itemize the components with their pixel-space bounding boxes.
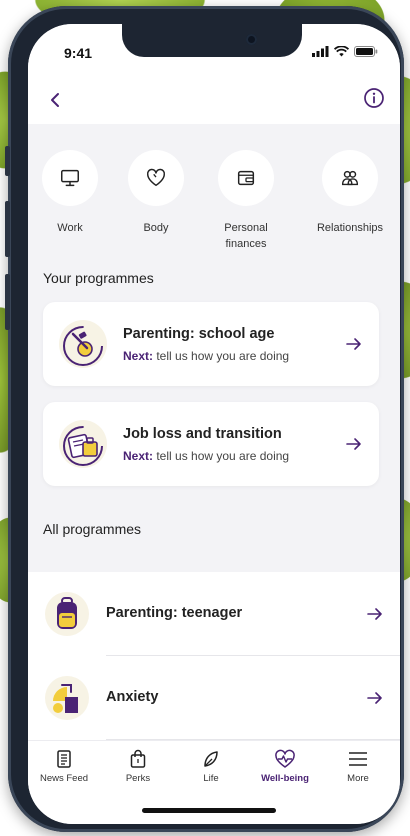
arrow-right-icon	[346, 438, 361, 450]
parenting-illustration-icon	[59, 320, 107, 368]
category-relationships[interactable]: Relationships	[302, 150, 398, 236]
tab-label: Life	[203, 773, 219, 784]
programme-title: Parenting: school age	[123, 326, 275, 342]
heartbeat-icon	[275, 749, 295, 768]
tab-news-feed[interactable]: News Feed	[29, 749, 99, 784]
screen: 9:41 Work Body Personal finances Relatio…	[28, 24, 400, 824]
wallet-icon	[237, 170, 255, 186]
mute-switch	[5, 146, 10, 176]
programme-card-job-loss[interactable]: Job loss and transition Next: tell us ho…	[43, 402, 379, 486]
battery-icon	[354, 46, 378, 57]
wifi-icon	[334, 46, 349, 57]
phone-frame: 9:41 Work Body Personal finances Relatio…	[5, 6, 404, 832]
news-icon	[57, 750, 71, 768]
bottom-tab-bar: News Feed Perks Life Well-being More	[28, 740, 400, 824]
programme-next-step: Next: tell us how you are doing	[123, 349, 290, 363]
home-indicator	[142, 808, 276, 813]
category-personal-finances[interactable]: Personal finances	[198, 150, 294, 252]
monitor-icon	[61, 169, 79, 187]
main-content: Work Body Personal finances Relationship…	[28, 124, 400, 742]
bag-icon	[130, 749, 146, 768]
arrow-right-icon	[367, 608, 382, 620]
programme-title: Anxiety	[106, 689, 159, 705]
category-label: Personal finances	[224, 222, 268, 250]
tab-well-being[interactable]: Well-being	[250, 749, 320, 784]
notch	[122, 24, 302, 57]
arrow-right-icon	[346, 338, 361, 350]
signal-icon	[312, 46, 329, 57]
camera	[246, 34, 257, 45]
job-loss-illustration-icon	[59, 420, 107, 468]
top-nav	[28, 72, 400, 124]
tab-label: News Feed	[39, 773, 89, 784]
category-label: Body	[143, 222, 169, 234]
leaf-icon	[204, 751, 218, 767]
programme-next-step: Next: tell us how you are doing	[123, 449, 290, 463]
your-programmes-heading: Your programmes	[43, 270, 154, 286]
status-time: 9:41	[64, 45, 93, 61]
back-arrow-icon[interactable]	[44, 88, 68, 112]
programme-card-parenting-school-age[interactable]: Parenting: school age Next: tell us how …	[43, 302, 379, 386]
tab-more[interactable]: More	[323, 749, 393, 784]
arrow-right-icon	[367, 692, 382, 704]
tab-label: Well-being	[261, 773, 309, 784]
tab-perks[interactable]: Perks	[103, 749, 173, 784]
volume-down-button	[5, 274, 10, 330]
info-icon[interactable]	[362, 86, 386, 110]
programme-title: Job loss and transition	[123, 426, 282, 442]
menu-icon	[349, 752, 367, 766]
category-work[interactable]: Work	[28, 150, 118, 236]
tab-label: Perks	[125, 773, 151, 784]
people-icon	[341, 170, 359, 186]
programme-row-parenting-teenager[interactable]: Parenting: teenager	[28, 572, 400, 656]
programme-row-anxiety[interactable]: Anxiety	[28, 656, 400, 740]
programme-title: Parenting: teenager	[106, 605, 243, 621]
category-body[interactable]: Body	[108, 150, 204, 236]
all-programmes-list: Parenting: teenager Anxiety	[28, 572, 400, 742]
tab-life[interactable]: Life	[176, 749, 246, 784]
heart-icon	[147, 168, 165, 187]
backpack-icon	[45, 592, 89, 636]
anxiety-illustration-icon	[45, 676, 89, 720]
all-programmes-heading: All programmes	[43, 521, 142, 537]
category-label: Relationships	[316, 222, 384, 234]
category-label: Work	[57, 222, 83, 234]
tab-label: More	[347, 773, 369, 784]
volume-up-button	[5, 201, 10, 257]
